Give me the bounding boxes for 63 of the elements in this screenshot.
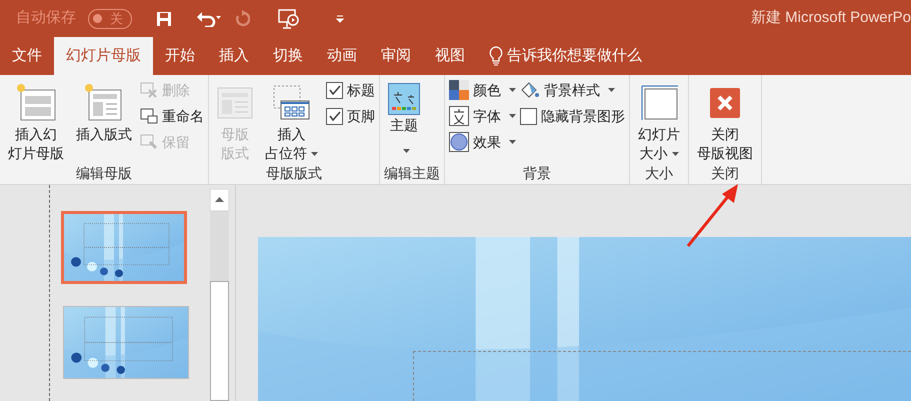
ribbon-button[interactable]: 背景样式 <box>520 77 625 103</box>
placeholder-icon <box>272 85 310 121</box>
font-icon <box>449 106 469 126</box>
ribbon-button[interactable]: 关闭 母版视图 <box>693 77 757 163</box>
ribbon-button[interactable]: 颜色 <box>449 77 516 103</box>
undo-icon[interactable] <box>196 10 222 26</box>
presentation-icon[interactable] <box>278 8 300 28</box>
close-icon <box>710 88 740 118</box>
ribbon-tab[interactable]: 切换 <box>261 37 315 75</box>
ribbon-group-label: 编辑主题 <box>384 164 440 182</box>
effects-icon <box>449 132 469 152</box>
paint-bucket-icon <box>520 81 540 99</box>
checkbox-label: 隐藏背景图形 <box>541 106 625 126</box>
tell-me-search[interactable]: 告诉我你想要做什么 <box>507 44 642 68</box>
ribbon-tab[interactable]: 幻灯片母版 <box>54 37 153 75</box>
checkbox[interactable] <box>326 82 343 98</box>
ribbon-group-label: 背景 <box>523 164 551 182</box>
dropdown-caret-icon <box>311 152 318 156</box>
ribbon-button[interactable]: 插入幻 灯片母版 <box>4 77 68 163</box>
ribbon-button[interactable]: 效果 <box>449 129 516 155</box>
checkbox-label: 页脚 <box>347 106 375 126</box>
dropdown-caret-icon <box>509 88 516 92</box>
master-layout-icon <box>217 87 253 119</box>
delete-icon <box>140 82 158 98</box>
theme-icon <box>388 82 420 114</box>
ribbon-button[interactable]: 字体 <box>449 103 516 129</box>
ribbon-group-label: 大小 <box>645 164 673 182</box>
color-palette-icon <box>449 80 469 100</box>
rename-icon <box>140 108 158 124</box>
preserve-icon <box>140 134 158 150</box>
ribbon-group-label: 编辑母版 <box>76 164 132 182</box>
ribbon-tab[interactable]: 开始 <box>153 37 207 75</box>
ribbon-tab[interactable]: 插入 <box>207 37 261 75</box>
checkmark-icon <box>328 111 340 121</box>
window-title: 新建 Microsoft PowerPo <box>750 8 911 28</box>
dropdown-caret-icon <box>509 114 516 118</box>
ribbon-button[interactable]: 幻灯片 大小 <box>634 77 684 163</box>
ribbon-tab[interactable]: 视图 <box>423 37 477 75</box>
ribbon-button[interactable]: 主题 <box>384 77 424 163</box>
customize-menu-icon[interactable] <box>336 14 344 22</box>
checkmark-icon <box>328 85 340 95</box>
checkbox[interactable] <box>520 108 537 124</box>
scrollbar-thumb[interactable] <box>210 281 229 401</box>
ribbon-tab[interactable]: 文件 <box>0 37 54 75</box>
ribbon-group-label: 母版版式 <box>266 164 322 182</box>
autosave-label: 自动保存 <box>16 8 76 28</box>
dropdown-caret-icon <box>402 148 410 153</box>
lightbulb-icon <box>489 46 503 66</box>
ribbon-group-label: 关闭 <box>711 164 739 182</box>
scroll-up-icon[interactable] <box>210 189 229 211</box>
slide-size-icon <box>639 85 679 121</box>
save-icon[interactable] <box>156 10 172 26</box>
dropdown-caret-icon <box>608 88 615 92</box>
scrollbar[interactable] <box>210 189 229 401</box>
dropdown-caret-icon <box>509 140 516 144</box>
ribbon-tab[interactable]: 审阅 <box>369 37 423 75</box>
ribbon-button[interactable]: 插入版式 <box>72 77 136 163</box>
dropdown-caret-icon <box>672 152 678 156</box>
checkbox[interactable] <box>326 108 343 124</box>
ribbon-button[interactable]: 重命名 <box>140 103 204 129</box>
ribbon-button[interactable]: 插入 占位符 <box>261 77 322 163</box>
checkbox-label: 标题 <box>347 80 375 100</box>
ribbon-tab[interactable]: 动画 <box>315 37 369 75</box>
